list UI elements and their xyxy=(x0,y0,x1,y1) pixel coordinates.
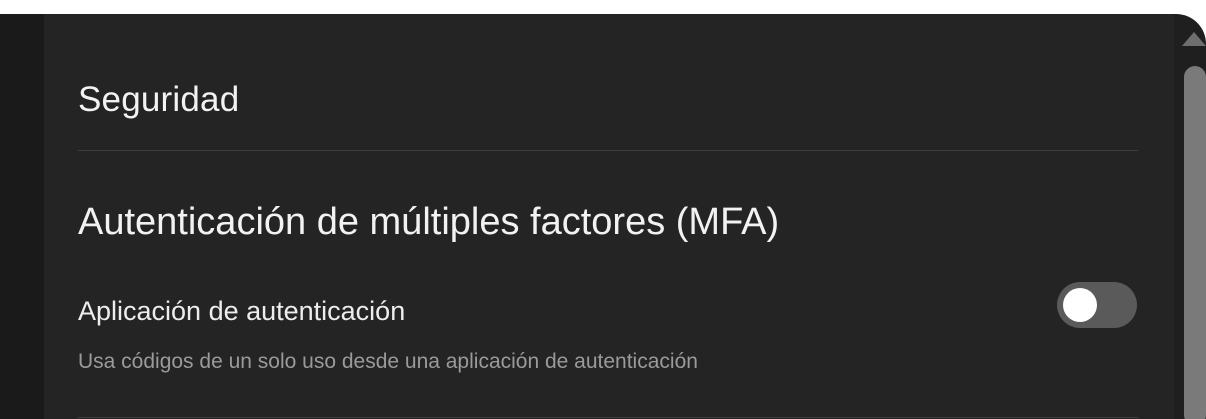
toggle-knob xyxy=(1063,288,1097,322)
authenticator-app-toggle[interactable] xyxy=(1057,282,1137,328)
authenticator-app-description: Usa códigos de un solo uso desde una apl… xyxy=(78,350,698,373)
settings-window: Seguridad Autenticación de múltiples fac… xyxy=(0,14,1206,419)
title-divider xyxy=(78,150,1138,151)
row-divider xyxy=(78,417,1138,418)
vertical-scrollbar[interactable] xyxy=(1176,14,1206,419)
scrollbar-thumb[interactable] xyxy=(1184,66,1206,419)
authenticator-app-label: Aplicación de autenticación xyxy=(78,296,406,326)
left-edge-strip xyxy=(0,14,44,419)
scroll-up-arrow-icon[interactable] xyxy=(1182,32,1206,46)
mfa-section-heading: Autenticación de múltiples factores (MFA… xyxy=(78,201,780,243)
page-title: Seguridad xyxy=(78,80,240,119)
